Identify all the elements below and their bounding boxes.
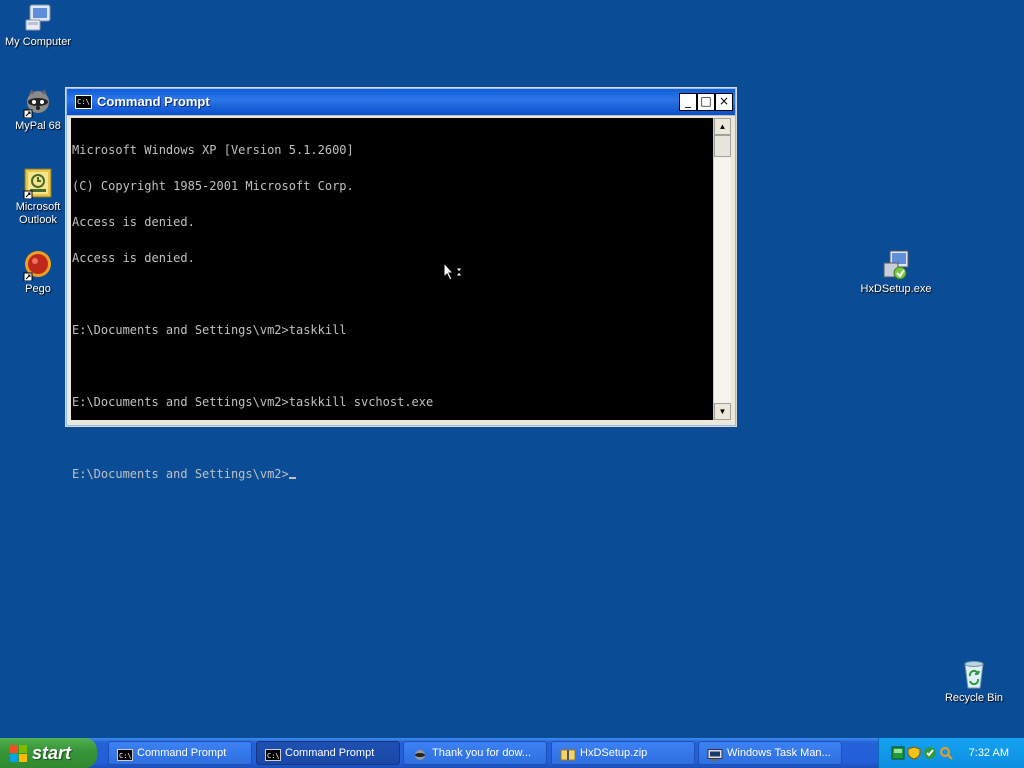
scroll-up-button[interactable]: ▲ — [714, 118, 731, 135]
taskbar-item-label: HxDSetup.zip — [580, 747, 648, 759]
scroll-down-button[interactable]: ▼ — [714, 403, 731, 420]
window-titlebar[interactable]: C:\ Command Prompt _ □ × — [67, 89, 735, 116]
command-prompt-window[interactable]: C:\ Command Prompt _ □ × Microsoft Windo… — [66, 88, 736, 480]
cmd-icon: C:\ — [265, 747, 281, 761]
update-icon[interactable] — [923, 746, 937, 760]
taskbar-item-label: Windows Task Man... — [727, 747, 831, 759]
network-icon[interactable] — [891, 746, 905, 760]
desktop-icon-hxdsetup[interactable]: HxDSetup.exe — [858, 249, 934, 296]
start-label: start — [32, 743, 72, 763]
desktop-icon-label: Recycle Bin — [944, 692, 1004, 704]
taskbar-item-command-prompt-1[interactable]: C:\ Command Prompt — [108, 741, 252, 765]
windows-logo-icon — [10, 745, 27, 762]
console-line: E:\Documents and Settings\vm2>taskkill — [72, 323, 347, 337]
console-line: (C) Copyright 1985-2001 Microsoft Corp. — [72, 179, 354, 193]
console-prompt: E:\Documents and Settings\vm2> — [72, 467, 289, 481]
svg-text:C:\: C:\ — [267, 752, 280, 760]
taskbar-item-task-manager[interactable]: Windows Task Man... — [698, 741, 842, 765]
desktop-icon-label: My Computer — [4, 36, 72, 48]
console-output[interactable]: Microsoft Windows XP [Version 5.1.2600] … — [71, 118, 713, 480]
installer-icon — [880, 249, 912, 281]
taskbar-item-label: Command Prompt — [285, 747, 375, 759]
minimize-button[interactable]: _ — [679, 93, 697, 111]
console-line: Access is denied. — [72, 215, 195, 229]
taskbar: start C:\ Command Prompt C:\ Command Pro… — [0, 738, 1024, 768]
desktop-icon-mypal[interactable]: MyPal 68 — [0, 86, 76, 133]
raccoon-icon — [412, 747, 428, 760]
cmd-icon: C:\ — [75, 95, 92, 109]
system-tray: 7:32 AM — [878, 738, 1024, 768]
pego-icon — [22, 249, 54, 282]
desktop-icon-my-computer[interactable]: My Computer — [0, 2, 76, 49]
close-button[interactable]: × — [715, 93, 733, 111]
taskbar-item-label: Command Prompt — [137, 747, 227, 759]
desktop-icon-recycle-bin[interactable]: Recycle Bin — [936, 658, 1012, 705]
security-shield-icon[interactable] — [907, 746, 921, 760]
recycle-bin-icon — [958, 658, 990, 690]
desktop-icon-pego[interactable]: Pego — [0, 249, 76, 296]
svg-text:C:\: C:\ — [119, 752, 132, 760]
computer-icon — [22, 2, 54, 34]
window-title: Command Prompt — [97, 94, 210, 109]
taskbar-item-command-prompt-2[interactable]: C:\ Command Prompt — [256, 741, 400, 765]
taskbar-item-label: Thank you for dow... — [432, 747, 532, 759]
console-line: Microsoft Windows XP [Version 5.1.2600] — [72, 143, 354, 157]
search-icon[interactable] — [939, 746, 953, 760]
console-line: Access is denied. — [72, 251, 195, 265]
desktop-icon-label: Pego — [25, 283, 51, 295]
start-button[interactable]: start — [0, 738, 97, 768]
scroll-thumb[interactable] — [714, 135, 731, 157]
busy-pointer-icon — [443, 261, 465, 282]
desktop-icon-label: Microsoft Outlook — [15, 201, 61, 226]
vertical-scrollbar[interactable]: ▲ ▼ — [713, 118, 731, 420]
desktop-icon-outlook[interactable]: Microsoft Outlook — [0, 167, 76, 227]
taskbar-item-hxdsetup-zip[interactable]: HxDSetup.zip — [551, 741, 695, 765]
task-manager-icon — [707, 747, 723, 761]
desktop-icon-label: HxDSetup.exe — [860, 283, 932, 295]
desktop-icon-label: MyPal 68 — [15, 120, 61, 132]
clock[interactable]: 7:32 AM — [969, 738, 1009, 768]
text-cursor — [288, 477, 296, 479]
maximize-button[interactable]: □ — [697, 93, 715, 111]
zip-folder-icon — [560, 747, 576, 761]
taskbar-item-browser[interactable]: Thank you for dow... — [403, 741, 547, 765]
cmd-icon: C:\ — [117, 747, 133, 761]
outlook-icon — [22, 167, 54, 200]
console-prompt-line[interactable]: E:\Documents and Settings\vm2> — [72, 468, 713, 480]
raccoon-icon — [22, 86, 54, 119]
console-line: E:\Documents and Settings\vm2>taskkill s… — [72, 395, 434, 409]
